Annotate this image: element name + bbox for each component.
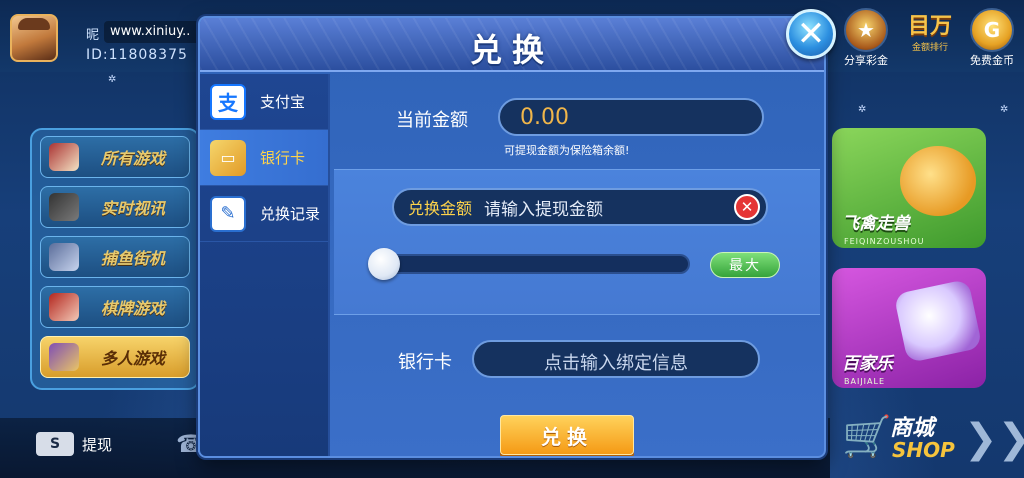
ranking-button[interactable]: 目万 金额排行 bbox=[908, 14, 952, 53]
dialog-tab-list: 支 支付宝 ▭ 银行卡 ✎ 兑换记录 bbox=[200, 74, 330, 456]
tab-bank-card[interactable]: ▭ 银行卡 bbox=[200, 130, 328, 186]
amount-input[interactable]: 兑换金额 请输入提现金额 ✕ bbox=[392, 188, 768, 226]
clipboard-icon: ✎ bbox=[210, 195, 246, 232]
snowflake-icon: ✲ bbox=[108, 74, 117, 85]
amount-placeholder: 请输入提现金额 bbox=[484, 199, 604, 220]
tab-label: 兑换记录 bbox=[260, 205, 321, 223]
bank-info-input[interactable]: 点击输入绑定信息 bbox=[472, 340, 760, 378]
dialog-title: 兑换 bbox=[469, 31, 554, 69]
menu-item-label: 捕鱼街机 bbox=[101, 249, 166, 268]
user-id: ID:11808375 bbox=[86, 47, 188, 63]
game-tile-title: 百家乐 bbox=[842, 354, 893, 374]
tab-label: 支付宝 bbox=[260, 93, 306, 111]
multiplayer-icon bbox=[49, 343, 79, 371]
tab-label: 银行卡 bbox=[260, 149, 306, 167]
exchange-submit-button[interactable]: 兑换 bbox=[500, 415, 634, 455]
snowflake-icon: ✲ bbox=[1000, 104, 1009, 115]
ranking-label: 金额排行 bbox=[912, 43, 949, 53]
game-tile-subtitle: FEIQINZOUSHOU bbox=[844, 237, 925, 246]
share-bonus-label: 分享彩金 bbox=[844, 54, 888, 67]
menu-item-fishing-arcade[interactable]: 捕鱼街机 bbox=[40, 236, 190, 278]
game-tile-subtitle: BAIJIALE bbox=[844, 377, 886, 386]
close-icon[interactable]: ✕ bbox=[786, 9, 836, 59]
avatar[interactable] bbox=[10, 14, 58, 62]
withdraw-button[interactable]: S 提现 bbox=[36, 432, 112, 456]
balance-note: 可提现金额为保险箱余额! bbox=[504, 144, 630, 157]
fish-icon bbox=[49, 243, 79, 271]
dialog-content: 当前金额 0.00 可提现金额为保险箱余额! 兑换金额 请输入提现金额 ✕ 最大… bbox=[332, 74, 824, 456]
share-bonus-button[interactable]: ★ 分享彩金 bbox=[844, 8, 888, 68]
shop-label-en: SHOP bbox=[892, 438, 955, 462]
game-tile-baijiale[interactable]: 百家乐 BAIJIALE bbox=[832, 268, 986, 388]
amount-label: 兑换金额 bbox=[408, 199, 473, 218]
clear-icon[interactable]: ✕ bbox=[734, 194, 760, 220]
menu-item-multiplayer[interactable]: 多人游戏 bbox=[40, 336, 190, 378]
treasure-chest-icon: ★ bbox=[844, 8, 888, 52]
snowflake-icon: ✲ bbox=[858, 104, 867, 115]
withdraw-label: 提现 bbox=[82, 435, 113, 454]
balance-label: 当前金额 bbox=[396, 110, 468, 131]
game-tile-feiqinzoushou[interactable]: 飞禽走兽 FEIQINZOUSHOU bbox=[832, 128, 986, 248]
cards-icon bbox=[49, 143, 79, 171]
tv-icon bbox=[49, 193, 79, 221]
money-icon: S bbox=[36, 432, 74, 456]
gold-coin-icon: G bbox=[970, 8, 1014, 52]
lion-icon bbox=[900, 146, 976, 216]
game-tile-title: 飞禽走兽 bbox=[842, 214, 910, 234]
balance-display: 0.00 bbox=[498, 98, 764, 136]
menu-item-label: 棋牌游戏 bbox=[101, 299, 166, 318]
ranking-icon: 目万 bbox=[908, 14, 953, 39]
free-gold-label: 免费金币 bbox=[970, 54, 1014, 67]
menu-item-live-video[interactable]: 实时视讯 bbox=[40, 186, 190, 228]
menu-item-label: 所有游戏 bbox=[101, 149, 166, 168]
cart-icon: 🛒 bbox=[842, 414, 892, 460]
tab-alipay[interactable]: 支 支付宝 bbox=[200, 74, 328, 130]
game-category-menu: 所有游戏 实时视讯 捕鱼街机 棋牌游戏 多人游戏 bbox=[30, 128, 200, 390]
dialog-header: 兑换 bbox=[200, 18, 824, 72]
slider-handle[interactable] bbox=[368, 248, 400, 280]
nickname: www.xiniuy.. bbox=[104, 21, 200, 43]
exchange-dialog: 兑换 支 支付宝 ▭ 银行卡 ✎ 兑换记录 当前金额 0.00 可提现金额为保险… bbox=[198, 16, 826, 458]
max-button[interactable]: 最大 bbox=[710, 252, 780, 278]
menu-item-all-games[interactable]: 所有游戏 bbox=[40, 136, 190, 178]
chess-icon bbox=[49, 293, 79, 321]
double-chevron-right-icon: ❯❯ bbox=[964, 416, 1024, 462]
alipay-icon: 支 bbox=[210, 83, 246, 120]
nickname-label: 昵 bbox=[86, 28, 100, 43]
menu-item-label: 多人游戏 bbox=[101, 349, 166, 368]
shop-button[interactable]: 🛒 商城 SHOP ❯❯ bbox=[842, 408, 1024, 474]
bank-card-icon: ▭ bbox=[210, 139, 246, 176]
menu-item-label: 实时视讯 bbox=[101, 199, 166, 218]
top-right-icons: ★ 分享彩金 目万 金额排行 G 免费金币 bbox=[824, 4, 1024, 70]
playing-card-icon bbox=[893, 278, 983, 364]
menu-item-card-games[interactable]: 棋牌游戏 bbox=[40, 286, 190, 328]
free-gold-button[interactable]: G 免费金币 bbox=[970, 8, 1014, 68]
amount-slider[interactable] bbox=[372, 254, 690, 274]
tab-exchange-record[interactable]: ✎ 兑换记录 bbox=[200, 186, 328, 242]
balance-value: 0.00 bbox=[520, 105, 569, 130]
bank-card-label: 银行卡 bbox=[398, 352, 452, 373]
amount-panel: 兑换金额 请输入提现金额 ✕ 最大 bbox=[334, 169, 820, 315]
bank-info-placeholder: 点击输入绑定信息 bbox=[544, 353, 688, 374]
